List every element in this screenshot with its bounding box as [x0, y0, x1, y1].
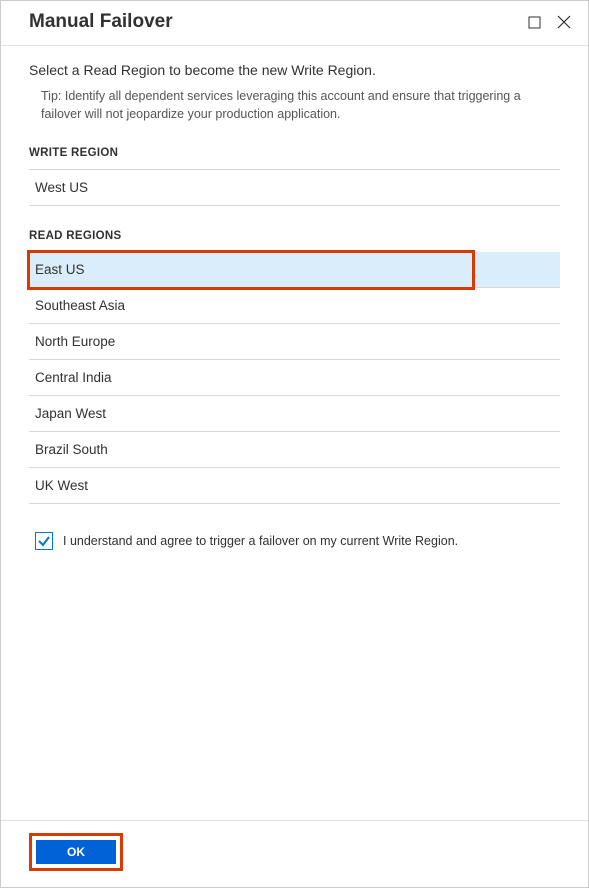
write-region-list: West US [29, 169, 560, 206]
ok-button[interactable]: OK [36, 840, 116, 864]
maximize-button[interactable] [526, 14, 542, 30]
read-region-row-selected: East US [29, 252, 560, 288]
read-region-item[interactable]: Japan West [29, 396, 560, 432]
check-icon [37, 534, 51, 548]
dialog-header: Manual Failover [1, 1, 588, 46]
instruction-text: Select a Read Region to become the new W… [29, 62, 560, 78]
read-region-item[interactable]: UK West [29, 468, 560, 504]
dialog-content: Select a Read Region to become the new W… [1, 46, 588, 820]
confirm-label: I understand and agree to trigger a fail… [63, 534, 458, 548]
read-region-item[interactable]: East US [29, 252, 560, 288]
read-regions-list: East US Southeast Asia North Europe Cent… [29, 252, 560, 504]
dialog-title: Manual Failover [29, 11, 173, 33]
write-region-item: West US [29, 169, 560, 206]
read-region-item[interactable]: Southeast Asia [29, 288, 560, 324]
confirm-row: I understand and agree to trigger a fail… [29, 532, 560, 550]
write-region-label: WRITE REGION [29, 147, 560, 159]
window-controls [526, 14, 572, 30]
read-region-item[interactable]: Central India [29, 360, 560, 396]
read-region-item[interactable]: North Europe [29, 324, 560, 360]
dialog-footer: OK [1, 820, 588, 887]
close-button[interactable] [556, 14, 572, 30]
tip-text: Tip: Identify all dependent services lev… [29, 88, 560, 123]
read-regions-label: READ REGIONS [29, 230, 560, 242]
ok-highlight: OK [29, 833, 123, 871]
close-icon [557, 15, 571, 29]
maximize-icon [528, 16, 541, 29]
confirm-checkbox[interactable] [35, 532, 53, 550]
read-region-item[interactable]: Brazil South [29, 432, 560, 468]
